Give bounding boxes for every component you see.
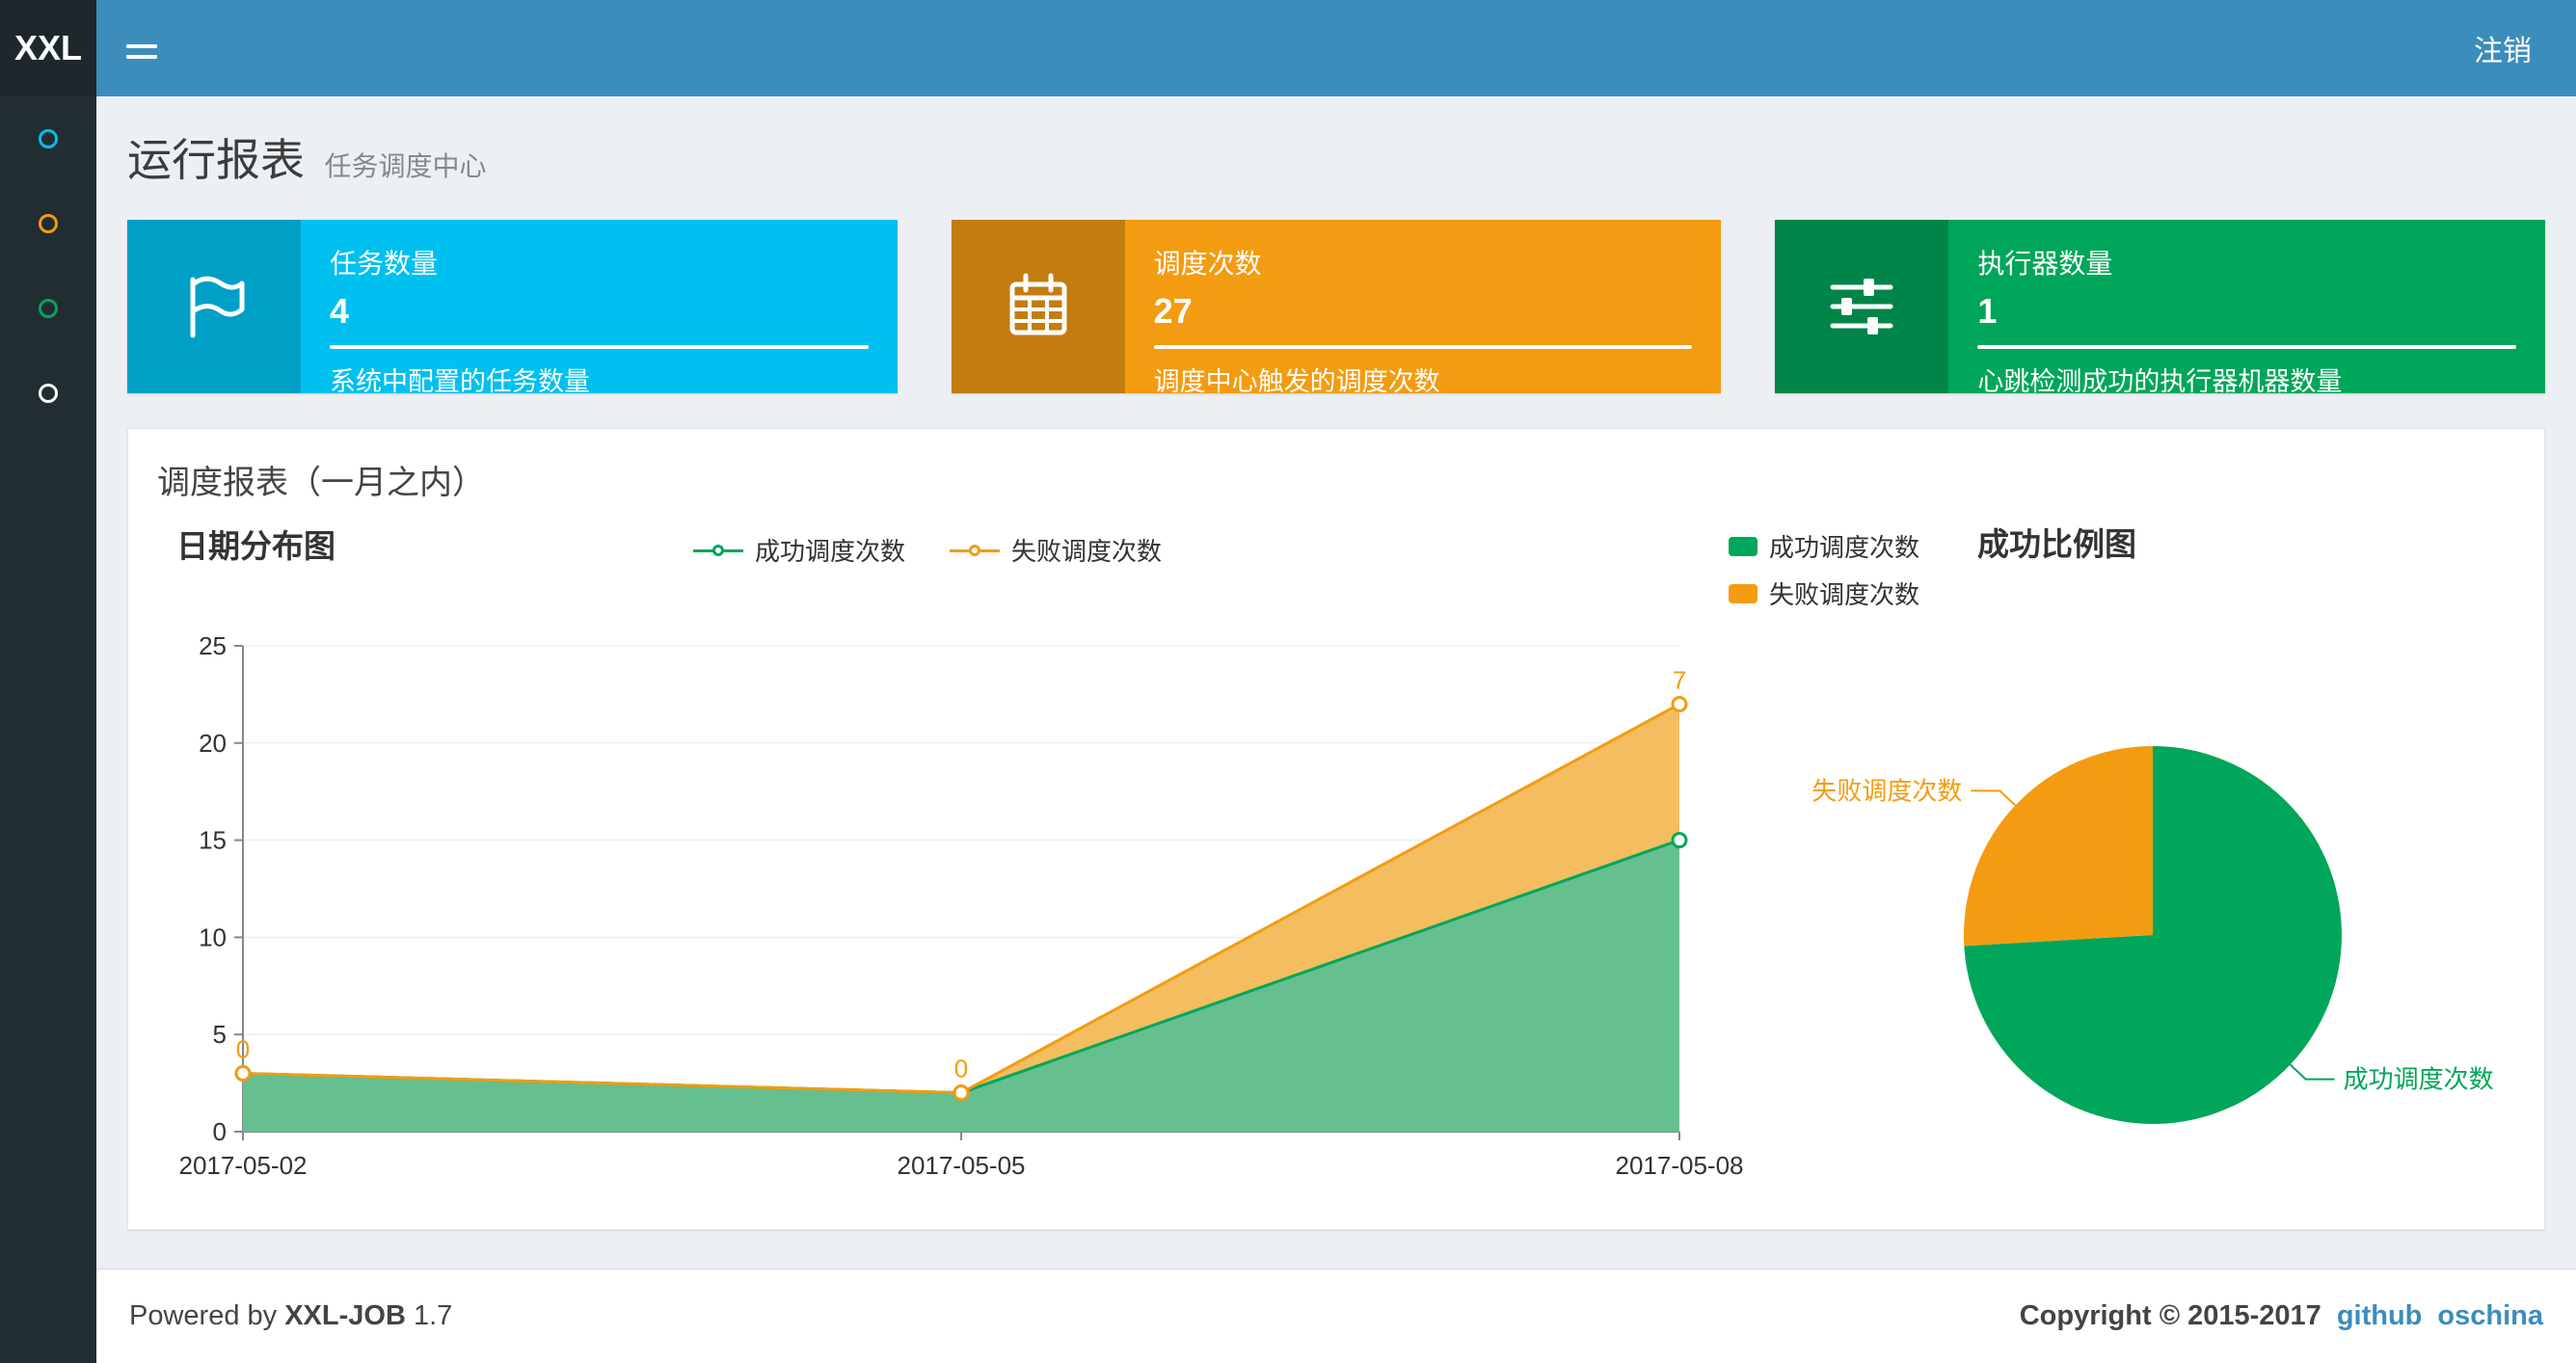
pie-chart-title: 成功比例图 (1977, 526, 2137, 562)
legend-label: 失败调度次数 (1011, 537, 1163, 566)
info-box-progress (330, 345, 869, 349)
svg-text:2017-05-05: 2017-05-05 (898, 1151, 1026, 1180)
info-box-description: 调度中心触发的调度次数 (1153, 367, 1440, 396)
copyright-text: Copyright © 2015-2017 (2019, 1300, 2321, 1331)
page-subtitle: 任务调度中心 (324, 151, 487, 181)
legend-item-fail[interactable]: 失败调度次数 (950, 532, 1162, 568)
info-box-content: 调度次数 27 调度中心触发的调度次数 (1125, 220, 1722, 396)
info-box-label: 执行器数量 (1977, 249, 2113, 279)
sliders-icon (1830, 279, 1893, 334)
line-chart-legend: 成功调度次数 失败调度次数 (151, 532, 1704, 568)
info-box-description: 心跳检测成功的执行器机器数量 (1977, 367, 2343, 396)
line-dot-marker (692, 542, 743, 559)
info-box-value: 4 (330, 291, 350, 331)
legend-item-success[interactable]: 成功调度次数 (692, 532, 905, 568)
app-version: 1.7 (413, 1300, 453, 1331)
footer: Powered by XXL-JOB 1.7 Copyright © 2015-… (96, 1269, 2576, 1363)
info-box-value: 27 (1153, 291, 1193, 331)
info-box-label: 调度次数 (1153, 249, 1262, 279)
info-box-icon-area (127, 220, 301, 393)
svg-text:2017-05-02: 2017-05-02 (179, 1151, 308, 1180)
legend-label: 成功调度次数 (754, 537, 905, 566)
svg-text:15: 15 (199, 826, 227, 855)
info-box-description: 系统中配置的任务数量 (330, 367, 590, 396)
success-ratio-chart: 成功调度次数 失败调度次数 (1811, 746, 2494, 1124)
svg-text:0: 0 (236, 1035, 250, 1064)
logout-button[interactable]: 注销 (2429, 0, 2576, 96)
app-name: XXL-JOB (284, 1300, 406, 1331)
circle-icon (39, 299, 58, 318)
date-distribution-chart: 05101520252017-05-02 2017-05-05 2017-05-08… (179, 631, 1744, 1180)
info-box-progress (1153, 345, 1693, 349)
svg-text:10: 10 (199, 922, 227, 951)
copyright: Copyright © 2015-2017 github oschina (2020, 1300, 2543, 1332)
svg-text:20: 20 (199, 729, 227, 758)
info-box-content: 执行器数量 1 心跳检测成功的执行器机器数量 (1948, 220, 2545, 396)
sidebar (0, 96, 96, 1363)
info-box-row: 任务数量 4 系统中配置的任务数量 调度次数 27 调度中心触发的调度次数 执行… (96, 195, 2576, 396)
app-logo[interactable]: XXL (0, 0, 96, 96)
sidebar-toggle-button[interactable] (96, 0, 187, 96)
svg-text:25: 25 (199, 631, 227, 660)
top-navbar: XXL 注销 (0, 0, 2576, 96)
info-box-label: 任务数量 (330, 249, 439, 279)
sidebar-item-dashboard[interactable] (0, 96, 96, 181)
legend-swatch (1729, 583, 1758, 603)
circle-icon (39, 384, 58, 403)
info-box-executors: 执行器数量 1 心跳检测成功的执行器机器数量 (1775, 220, 2546, 396)
pie-chart-legend: 成功调度次数 失败调度次数 (1723, 528, 1919, 611)
pie-chart-section: 成功调度次数 失败调度次数 成功比例图 成功调度次数 失败调度次数 (1723, 522, 2523, 1206)
powered-by: Powered by XXL-JOB 1.7 (129, 1300, 453, 1331)
legend-swatch (1729, 536, 1758, 556)
info-box-icon-area (951, 220, 1125, 393)
panel-body: 日期分布图 成功调度次数 失败调度次数 0 5 10 15 20 25 2017… (128, 519, 2544, 1206)
svg-text:0: 0 (954, 1055, 968, 1083)
svg-text:成功调度次数: 成功调度次数 (2344, 1065, 2494, 1094)
page-header: 运行报表 任务调度中心 (96, 96, 2576, 195)
legend-label: 成功调度次数 (1769, 533, 1920, 562)
sidebar-item-logs[interactable] (0, 266, 96, 351)
info-box-content: 任务数量 4 系统中配置的任务数量 (301, 220, 898, 396)
calendar-icon (1009, 273, 1067, 335)
svg-text:7: 7 (1673, 665, 1686, 694)
github-link[interactable]: github (2337, 1300, 2423, 1332)
oschina-link[interactable]: oschina (2437, 1300, 2543, 1332)
pie-chart-header: 成功调度次数 失败调度次数 成功比例图 (1723, 522, 2523, 609)
main-content: 运行报表 任务调度中心 任务数量 4 系统中配置的任务数量 调度次数 27 调度… (96, 96, 2576, 1363)
sidebar-item-jobs[interactable] (0, 181, 96, 266)
circle-icon (39, 129, 58, 148)
page-title: 运行报表 (127, 135, 305, 185)
info-box-value: 1 (1977, 291, 1998, 331)
info-box-triggers: 调度次数 27 调度中心触发的调度次数 (951, 220, 1722, 396)
info-box-icon-area (1775, 220, 1949, 393)
info-box-jobs: 任务数量 4 系统中配置的任务数量 (127, 220, 898, 396)
line-dot-marker (950, 542, 1000, 559)
date-chart-header: 日期分布图 成功调度次数 失败调度次数 (151, 522, 1704, 592)
svg-text:0: 0 (213, 1117, 227, 1146)
date-chart-section: 日期分布图 成功调度次数 失败调度次数 0 5 10 15 20 25 2017… (151, 522, 1744, 1206)
svg-text:失败调度次数: 失败调度次数 (1811, 776, 1962, 805)
svg-text:5: 5 (213, 1020, 227, 1049)
legend-item-success[interactable]: 成功调度次数 (1729, 528, 1919, 564)
panel-title: 调度报表（一月之内） (157, 465, 485, 501)
info-box-progress (1977, 345, 2517, 349)
report-panel: 调度报表（一月之内） 日期分布图 成功调度次数 失败调度次数 0 5 10 15… (127, 428, 2545, 1230)
flag-icon (190, 276, 245, 338)
sidebar-item-executors[interactable] (0, 351, 96, 436)
circle-icon (39, 214, 58, 233)
